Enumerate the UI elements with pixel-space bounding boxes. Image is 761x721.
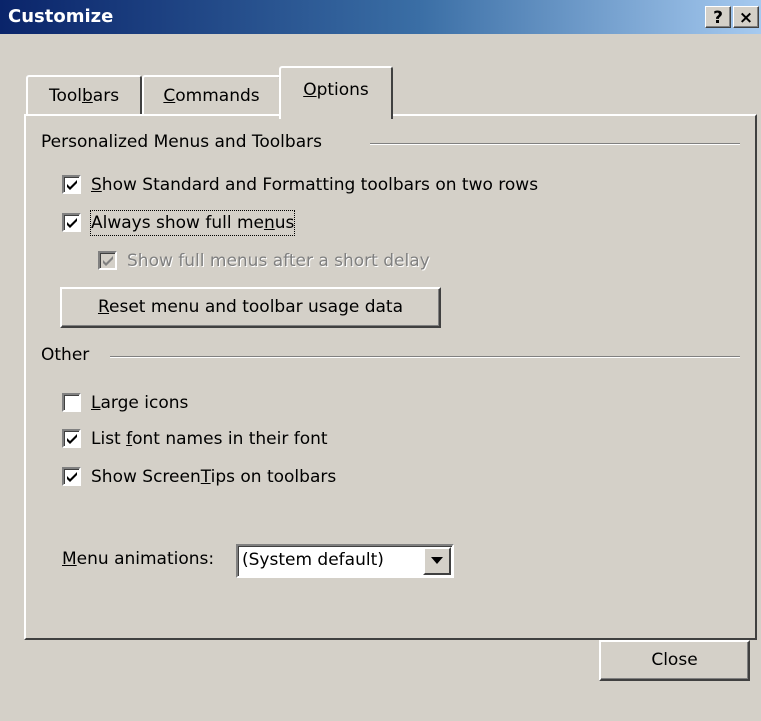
check-icon	[103, 256, 113, 266]
tab-toolbars[interactable]: Toolbars	[26, 75, 142, 116]
check-icon	[67, 434, 77, 444]
two-rows-label: Show Standard and Formatting toolbars on…	[91, 175, 539, 195]
font-names-option[interactable]: List font names in their font	[62, 427, 402, 451]
menu-animations-dropdown-button[interactable]	[423, 547, 451, 575]
window-title: Customize	[8, 6, 114, 27]
tab-commands-label: Commands	[163, 86, 260, 106]
close-window-button[interactable]: ×	[733, 6, 759, 28]
full-menus-checkbox[interactable]	[62, 213, 81, 232]
menu-animations-label: Menu animations:	[62, 549, 215, 569]
tab-options-label: Options	[303, 80, 369, 100]
personalized-group-line	[370, 143, 740, 145]
menu-animations-value: (System default)	[242, 550, 384, 570]
screentips-checkbox[interactable]	[62, 467, 81, 486]
chevron-down-icon	[431, 557, 443, 564]
full-menus-option[interactable]: Always show full menus	[62, 210, 362, 236]
help-button[interactable]: ?	[705, 6, 731, 28]
menu-animations-select[interactable]: (System default)	[236, 544, 454, 578]
two-rows-option[interactable]: Show Standard and Formatting toolbars on…	[62, 173, 622, 197]
screentips-label: Show ScreenTips on toolbars	[91, 467, 337, 487]
full-menus-label: Always show full menus	[89, 210, 296, 236]
tab-toolbars-label: Toolbars	[48, 86, 120, 106]
delay-option: Show full menus after a short delay	[98, 249, 498, 273]
screentips-option[interactable]: Show ScreenTips on toolbars	[62, 465, 382, 489]
close-button[interactable]: Close	[599, 640, 750, 681]
large-icons-option[interactable]: Large icons	[62, 391, 262, 415]
delay-label: Show full menus after a short delay	[127, 251, 430, 271]
check-icon	[67, 218, 77, 228]
other-group-line	[110, 356, 740, 358]
tab-options[interactable]: Options	[279, 66, 393, 119]
tab-commands[interactable]: Commands	[142, 75, 281, 116]
large-icons-checkbox[interactable]	[62, 393, 81, 412]
two-rows-checkbox[interactable]	[62, 175, 81, 194]
customize-dialog: Customize ? × Toolbars Commands Options …	[0, 0, 761, 721]
font-names-label: List font names in their font	[91, 429, 328, 449]
delay-checkbox	[98, 251, 117, 270]
reset-usage-data-button[interactable]: Reset menu and toolbar usage data	[60, 287, 441, 328]
check-icon	[67, 180, 77, 190]
large-icons-label: Large icons	[91, 393, 189, 413]
font-names-checkbox[interactable]	[62, 429, 81, 448]
other-group-label: Other	[41, 345, 96, 365]
check-icon	[67, 472, 77, 482]
title-bar: Customize ? ×	[0, 0, 761, 34]
personalized-group-label: Personalized Menus and Toolbars	[41, 132, 328, 152]
